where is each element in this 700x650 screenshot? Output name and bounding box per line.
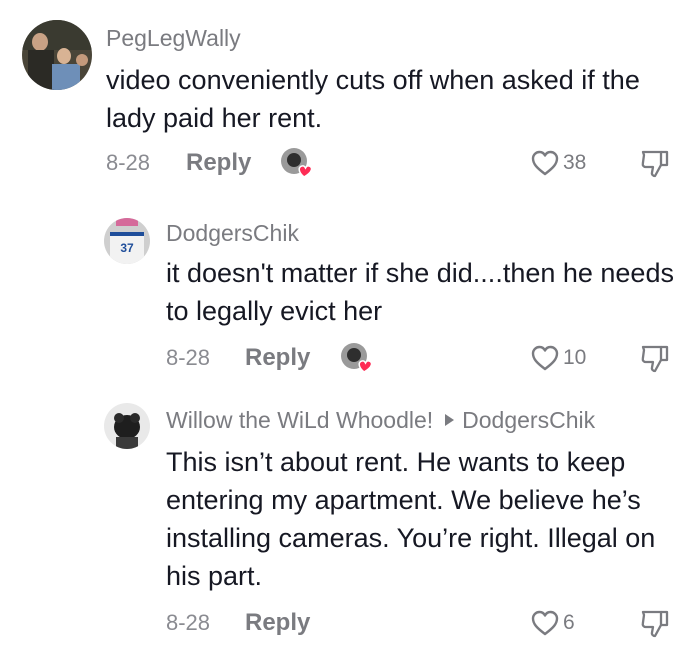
comment-actions: 8-28 Reply 6 [0,603,700,643]
thumbs-down-outline-icon [641,150,669,178]
reply-button[interactable]: Reply [186,143,251,183]
reply-arrow-icon [445,414,455,426]
dislike-button[interactable] [639,607,671,639]
reply-button[interactable]: Reply [245,603,310,643]
avatar[interactable] [22,20,92,90]
comment-text: video conveniently cuts off when asked i… [106,65,640,133]
comment-pegLegWally: PegLegWally video conveniently cuts off … [0,0,700,200]
thumbs-down-outline-icon [641,345,669,373]
heart-outline-icon [531,150,559,176]
like-count: 6 [563,611,575,634]
jersey-number: 37 [120,241,134,255]
comment-username[interactable]: Willow the WiLd Whoodle! [166,407,433,433]
like-count: 10 [563,346,587,369]
like-button[interactable]: 38 [530,147,586,179]
dislike-button[interactable] [639,342,671,374]
avatar[interactable] [104,403,150,449]
reply-button[interactable]: Reply [245,338,310,378]
creator-liked-badge-icon [280,147,313,178]
like-count: 38 [563,151,587,174]
comment-actions: 8-28 Reply 10 [0,338,700,378]
creator-liked-badge-icon [340,342,373,373]
comment-date: 8-28 [106,150,151,175]
comment-willow: Willow the WiLd Whoodle! DodgersChik This… [0,395,700,650]
comment-text: This isn’t about rent. He wants to keep … [166,447,656,591]
comment-date: 8-28 [166,610,211,635]
like-button[interactable]: 10 [530,342,586,374]
heart-outline-icon [531,345,559,371]
comment-text: it doesn't matter if she did....then he … [166,258,674,326]
like-button[interactable]: 6 [530,607,575,639]
comment-actions: 8-28 Reply 38 [0,143,700,183]
avatar[interactable]: 37 [104,218,150,264]
comment-username-line: Willow the WiLd Whoodle! DodgersChik [166,407,595,434]
comment-username[interactable]: PegLegWally [106,25,241,52]
reply-to-username[interactable]: DodgersChik [462,407,595,433]
heart-outline-icon [531,610,559,636]
dislike-button[interactable] [639,147,671,179]
comment-date: 8-28 [166,345,211,370]
thumbs-down-outline-icon [641,610,669,638]
comment-username[interactable]: DodgersChik [166,220,299,247]
comment-dodgersChik: 37 DodgersChik it doesn't matter if she … [0,200,700,395]
